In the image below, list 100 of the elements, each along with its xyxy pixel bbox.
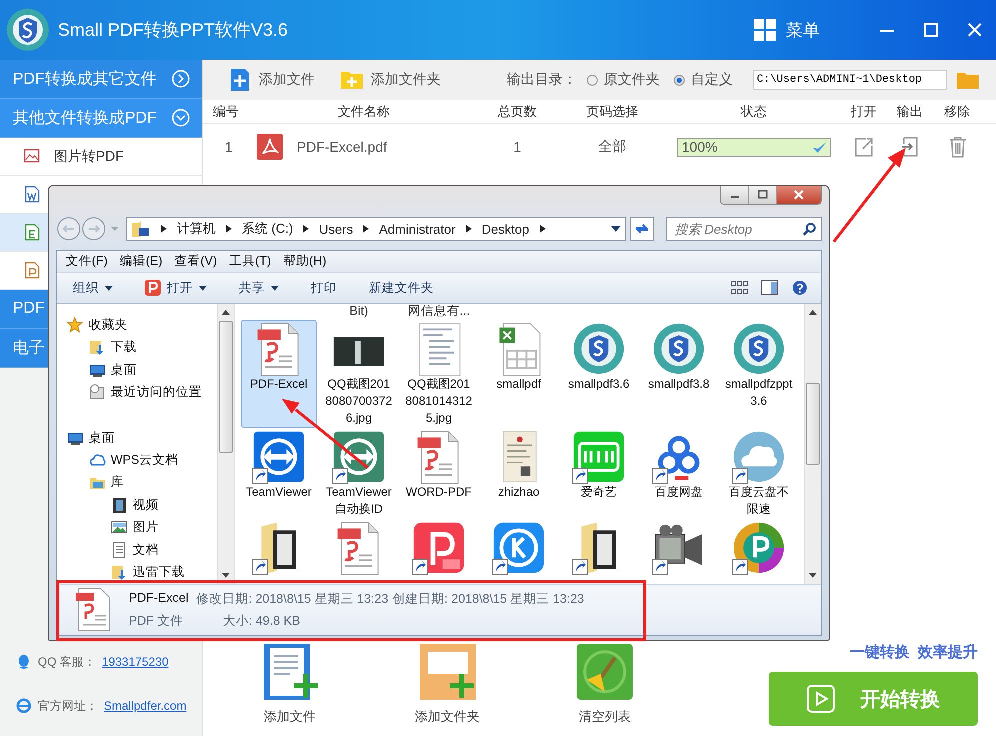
- file-label: Bit): [348, 304, 370, 320]
- nav-item[interactable]: 视频: [67, 494, 217, 517]
- caret-icon[interactable]: [271, 286, 279, 290]
- file-item[interactable]: QQ截图20180810143125.jpg: [401, 320, 477, 428]
- download-icon: [111, 564, 128, 582]
- add-file-button[interactable]: 添加文件: [229, 69, 315, 91]
- trash-icon[interactable]: [948, 136, 968, 158]
- toolbar-button[interactable]: 组织: [73, 280, 113, 296]
- file-item[interactable]: smallpdfzppt3.6: [721, 320, 797, 428]
- file-item[interactable]: 爱奇艺: [561, 428, 637, 519]
- open-external-icon[interactable]: [854, 136, 874, 158]
- column-header: 状态: [740, 102, 768, 120]
- chevron-right-icon[interactable]: [172, 70, 190, 88]
- separator-arrow-icon[interactable]: [226, 225, 232, 233]
- contact-link[interactable]: 1933175230: [102, 655, 169, 669]
- path-field[interactable]: C:\Users\ADMINI~1\Desktop: [753, 70, 947, 90]
- add-file-button[interactable]: 添加文件: [260, 644, 320, 726]
- column-header: 打开: [850, 102, 878, 120]
- radio-option[interactable]: 自定义: [674, 71, 733, 89]
- add-folder-button[interactable]: 添加文件夹: [341, 69, 441, 91]
- file-item[interactable]: smallpdf3.6: [561, 320, 637, 428]
- file-item[interactable]: WORD-PDF: [401, 428, 477, 519]
- search-field[interactable]: 搜索 Desktop: [666, 217, 822, 241]
- scroll-up-icon[interactable]: [809, 310, 817, 315]
- export-icon[interactable]: [900, 136, 920, 158]
- file-item[interactable]: zhizhao: [481, 428, 557, 519]
- cloud-icon: [89, 452, 106, 469]
- nav-item[interactable]: 库: [67, 472, 217, 494]
- scroll-up-icon[interactable]: [222, 310, 230, 315]
- nav-item[interactable]: 迅雷下载: [67, 562, 217, 584]
- nav-item[interactable]: 文档: [67, 539, 217, 562]
- address-bar[interactable]: 计算机 系统 (C:) Users Administrator Desktop: [126, 217, 626, 241]
- toolbar-button[interactable]: 共享: [239, 280, 279, 296]
- nav-item[interactable]: 收藏夹: [67, 314, 217, 336]
- breadcrumb-item[interactable]: 系统 (C:): [242, 220, 294, 238]
- separator-arrow-icon[interactable]: [466, 225, 472, 233]
- scrollbar-thumb[interactable]: [219, 321, 233, 453]
- close-button[interactable]: [777, 186, 821, 204]
- view-options-icon[interactable]: [731, 280, 749, 296]
- contact-link[interactable]: Smallpdfer.com: [104, 699, 187, 713]
- nav-item[interactable]: 桌面: [67, 426, 217, 450]
- menu-item[interactable]: 工具(T): [227, 253, 274, 270]
- scrollbar[interactable]: [804, 304, 821, 584]
- file-item[interactable]: smallpdf3.8: [641, 320, 717, 428]
- nav-item[interactable]: 下载: [67, 336, 217, 359]
- dropdown-caret-icon[interactable]: [611, 226, 621, 232]
- nav-item[interactable]: 最近访问的位置: [67, 381, 217, 404]
- menu-item[interactable]: 编辑(E): [118, 253, 165, 270]
- maximize-button[interactable]: [749, 186, 777, 204]
- file-item[interactable]: QQ截图20180807003726.jpg: [321, 320, 397, 428]
- toolbar-button[interactable]: 打印: [311, 280, 337, 296]
- scroll-down-icon[interactable]: [222, 573, 230, 578]
- separator-arrow-icon[interactable]: [161, 225, 167, 233]
- toolbar-button[interactable]: 打开: [145, 280, 207, 296]
- breadcrumb-item[interactable]: Administrator: [379, 222, 456, 236]
- nav-item[interactable]: WPS云文档: [67, 449, 217, 472]
- file-item[interactable]: smallpdf: [481, 320, 557, 428]
- word-file-icon: [24, 186, 40, 203]
- folder-icon: [131, 220, 151, 238]
- menu-item[interactable]: 查看(V): [172, 253, 220, 270]
- file-item[interactable]: 百度网盘: [641, 428, 717, 519]
- radio-option[interactable]: 原文件夹: [587, 71, 660, 89]
- radio-circle[interactable]: [587, 74, 598, 86]
- scrollbar-thumb[interactable]: [806, 383, 820, 465]
- contact-label: 官方网址：: [38, 698, 98, 714]
- caret-icon[interactable]: [199, 286, 207, 290]
- file-item[interactable]: PDF-Excel: [241, 320, 317, 428]
- help-icon[interactable]: [791, 280, 809, 296]
- menu-button[interactable]: 菜单: [754, 18, 820, 42]
- separator-arrow-icon[interactable]: [303, 225, 310, 233]
- file-item[interactable]: 百度云盘不限速: [721, 428, 797, 519]
- breadcrumb-item[interactable]: 计算机: [177, 220, 216, 238]
- breadcrumb-item[interactable]: Users: [319, 222, 354, 236]
- search-icon: [803, 222, 817, 236]
- sidebar-section[interactable]: PDF转换成其它文件: [0, 60, 202, 99]
- radio-circle[interactable]: [674, 74, 685, 86]
- toolbar-button[interactable]: 新建文件夹: [369, 280, 434, 296]
- clear-button[interactable]: 清空列表: [575, 644, 635, 726]
- separator-arrow-icon[interactable]: [540, 225, 546, 233]
- scrollbar[interactable]: [217, 304, 234, 584]
- menu-item[interactable]: 帮助(H): [281, 253, 329, 270]
- preview-pane-icon[interactable]: [761, 280, 779, 296]
- add-folder-icon: [341, 69, 363, 91]
- chevron-down-icon[interactable]: [172, 109, 190, 127]
- add-folder-button[interactable]: 添加文件夹: [415, 644, 480, 726]
- nav-item[interactable]: 桌面: [67, 358, 217, 382]
- file-label: 网信息有...: [406, 304, 472, 320]
- breadcrumb-item[interactable]: Desktop: [482, 222, 530, 236]
- menu-item[interactable]: 文件(F): [64, 253, 110, 270]
- nav-item[interactable]: 图片: [67, 516, 217, 540]
- sidebar-item[interactable]: 图片转PDF: [0, 138, 202, 176]
- refresh-button[interactable]: [630, 217, 654, 241]
- file-item[interactable]: TeamViewer自动换ID: [321, 428, 397, 519]
- file-item[interactable]: TeamViewer: [241, 428, 317, 519]
- column-header: 编号: [213, 102, 240, 120]
- minimize-button[interactable]: [721, 186, 749, 204]
- ring-logo-icon: [732, 521, 786, 575]
- separator-arrow-icon[interactable]: [363, 225, 370, 233]
- clear-icon: [575, 644, 635, 702]
- scroll-down-icon[interactable]: [809, 573, 817, 578]
